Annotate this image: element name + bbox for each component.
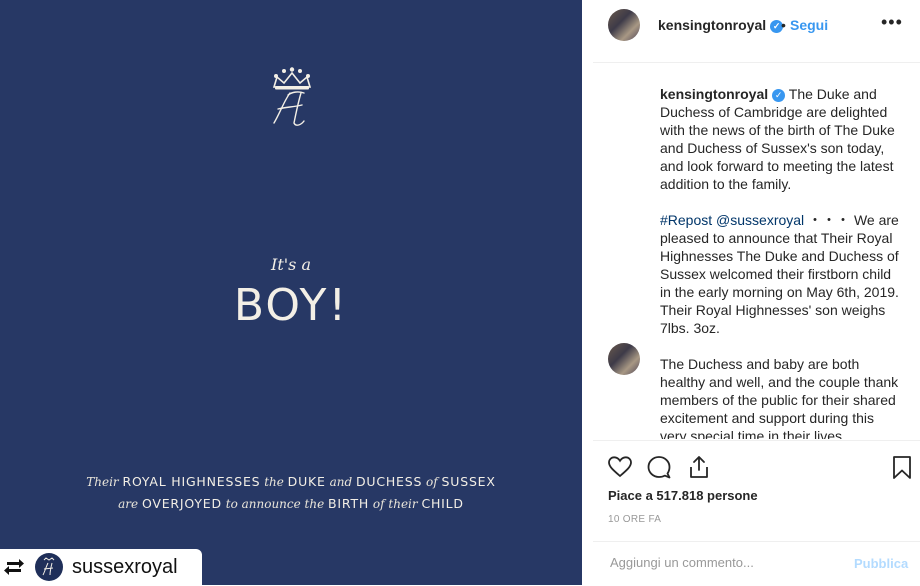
bookmark-icon[interactable] [889,454,915,480]
avatar[interactable] [608,9,640,41]
comment-icon[interactable] [646,454,672,480]
boy-headline: BOY! [233,280,349,331]
announcement-segment: OVERJOYED [141,496,222,511]
announcement-segment: SUSSEX [441,474,496,489]
repost-badge: sussexroyal [0,549,202,585]
caption-text-3: The Duchess and baby are both healthy an… [660,356,899,439]
publish-button[interactable]: Pubblica [854,556,908,571]
post-actions: Piace a 517.818 persone 10 ORE FA [593,440,920,534]
share-icon[interactable] [686,454,712,480]
announcement-segment: Their [86,475,123,489]
birth-announcement: Their ROYAL HIGHNESSES the DUKE and DUCH… [0,471,582,515]
announcement-segment: and [325,475,356,489]
crown-monogram-icon [272,67,312,126]
caption-scroll-area[interactable]: kensingtonroyal ✓ The Duke and Duchess of… [593,63,920,439]
post-sidebar: kensingtonroyal ✓ • Segui ••• kensingtonr… [593,0,920,585]
caption-avatar[interactable] [608,343,640,375]
verified-badge-icon: ✓ [772,88,786,102]
header-username-text[interactable]: kensingtonroyal [658,17,766,33]
separator-dot: • [781,17,786,33]
caption-paragraph-1: kensingtonroyal ✓ The Duke and Duchess of… [660,85,904,193]
announcement-segment: are [118,497,142,511]
repost-dots: ・・・ [804,212,854,228]
caption-text-2: We are pleased to announce that Their Ro… [660,212,899,336]
announcement-line-2: are OVERJOYED to announce the BIRTH of t… [0,493,582,515]
repost-username: sussexroyal [72,555,178,578]
heart-icon[interactable] [607,454,633,480]
caption-paragraph-2: #Repost @sussexroyal ・・・ We are pleased … [660,211,904,337]
caption-paragraph-3: The Duchess and baby are both healthy an… [660,355,904,439]
post-header: kensingtonroyal ✓ • Segui ••• [593,0,920,63]
announcement-line-1: Their ROYAL HIGHNESSES the DUKE and DUCH… [0,471,582,493]
header-username[interactable]: kensingtonroyal ✓ [658,17,784,33]
repost-avatar [35,553,63,581]
post-image[interactable]: It's a BOY! Their ROYAL HIGHNESSES the D… [0,0,582,585]
announcement-segment: CHILD [421,496,464,511]
comment-box: Pubblica [593,541,920,586]
announcement-segment: BIRTH [328,496,370,511]
more-options-icon[interactable]: ••• [881,12,903,33]
announcement-segment: of their [369,497,422,511]
likes-count[interactable]: Piace a 517.818 persone [608,488,758,503]
announcement-segment: DUKE [287,474,326,489]
repost-hashtag-link[interactable]: #Repost @sussexroyal [660,212,804,228]
repost-icon [4,559,24,575]
its-a-text: It's a [271,255,311,274]
post-caption: kensingtonroyal ✓ The Duke and Duchess of… [660,85,904,439]
announcement-segment: the [260,475,288,489]
announcement-segment: to announce the [221,497,329,511]
timestamp[interactable]: 10 ORE FA [608,514,661,525]
panel-divider [582,0,593,585]
monogram-icon [42,557,55,576]
announcement-segment: of [422,475,442,489]
caption-username[interactable]: kensingtonroyal [660,86,768,102]
announcement-segment: ROYAL HIGHNESSES [122,474,261,489]
follow-button[interactable]: Segui [790,17,828,33]
announcement-segment: DUCHESS [355,474,423,489]
comment-input[interactable] [608,554,842,571]
